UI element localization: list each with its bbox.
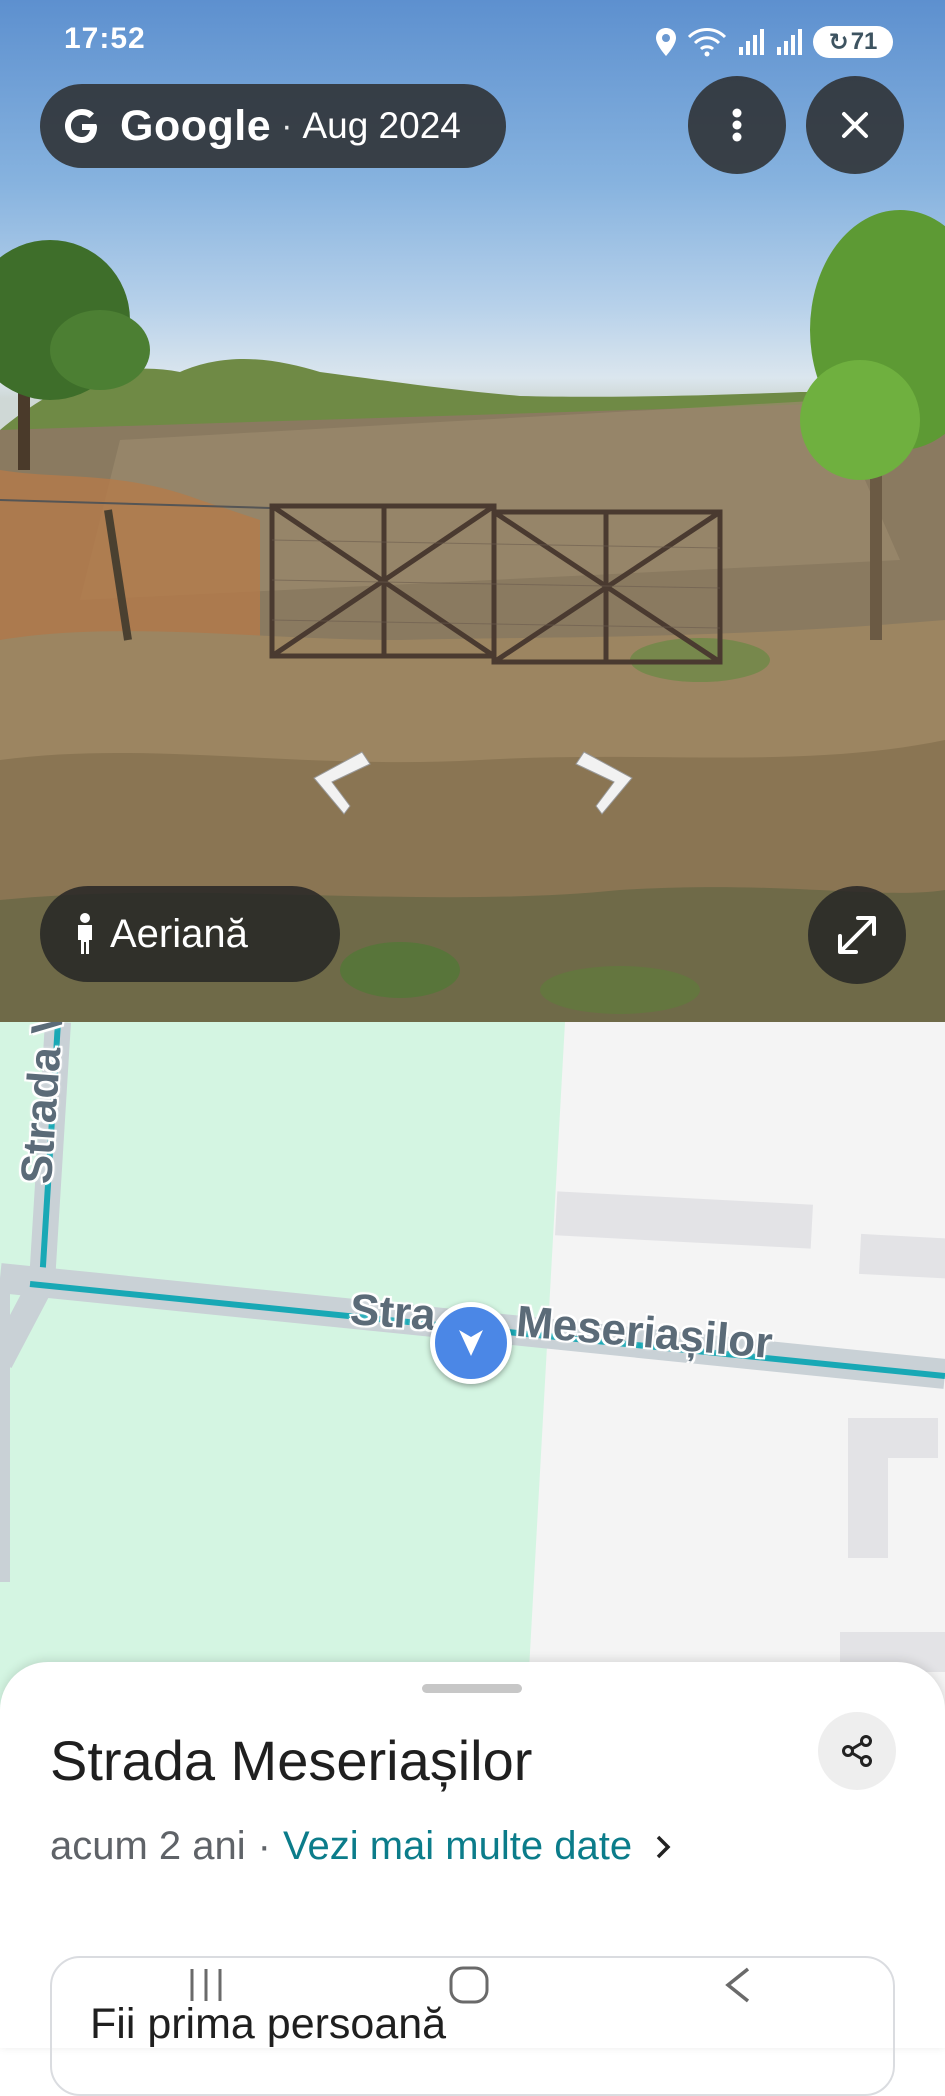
- more-dates-link[interactable]: Vezi mai multe date: [283, 1824, 632, 1869]
- image-age: acum 2 ani: [50, 1824, 246, 1868]
- capture-date: Aug 2024: [302, 105, 461, 146]
- direction-arrow-icon: [459, 1330, 483, 1356]
- status-icons: ↻ 71: [655, 22, 893, 62]
- location-pin[interactable]: [430, 1302, 512, 1384]
- signal-icon: [739, 29, 764, 55]
- battery-indicator: ↻ 71: [813, 26, 893, 58]
- separator: ·: [257, 1824, 271, 1868]
- place-title: Strada Meseriașilor: [50, 1729, 533, 1792]
- more-options-button[interactable]: [688, 76, 786, 174]
- share-button[interactable]: [818, 1712, 896, 1790]
- recents-icon[interactable]: [186, 1965, 226, 2005]
- home-icon[interactable]: [448, 1965, 490, 2005]
- pegman-icon: [78, 913, 92, 954]
- google-g-icon: [65, 109, 97, 143]
- expand-icon: [838, 916, 876, 954]
- road-label-main-left: Stra: [348, 1285, 438, 1340]
- chevron-left-icon[interactable]: [300, 742, 380, 822]
- back-icon[interactable]: [720, 1965, 754, 2005]
- share-icon: [842, 1735, 872, 1767]
- drag-handle[interactable]: [422, 1684, 522, 1693]
- capture-info-pill[interactable]: Google · Aug 2024: [40, 84, 506, 168]
- aerial-view-button[interactable]: Aeriană: [40, 886, 340, 982]
- location-icon: [656, 28, 676, 56]
- aerial-label: Aeriană: [110, 911, 248, 956]
- wifi-6-icon: [687, 28, 727, 57]
- close-button[interactable]: [806, 76, 904, 174]
- battery-saver-icon: ↻: [828, 28, 849, 56]
- status-time: 17:52: [64, 22, 146, 55]
- street-view-panorama[interactable]: 17:52 ↻ 71 Google · Aug 2024 Aeriană: [0, 0, 945, 1022]
- separator: ·: [281, 106, 293, 145]
- expand-button[interactable]: [808, 886, 906, 984]
- battery-level: 71: [850, 28, 878, 55]
- brand-label: Google: [120, 101, 272, 150]
- close-icon: [842, 112, 868, 138]
- date-info: acum 2 ani · Vezi mai multe date: [50, 1824, 672, 1869]
- chevron-right-icon[interactable]: [566, 742, 646, 822]
- signal-icon-2: [777, 29, 802, 55]
- system-navigation-bar: [0, 1955, 945, 2048]
- chevron-right-icon[interactable]: [654, 1833, 672, 1861]
- more-vert-icon: [732, 108, 742, 142]
